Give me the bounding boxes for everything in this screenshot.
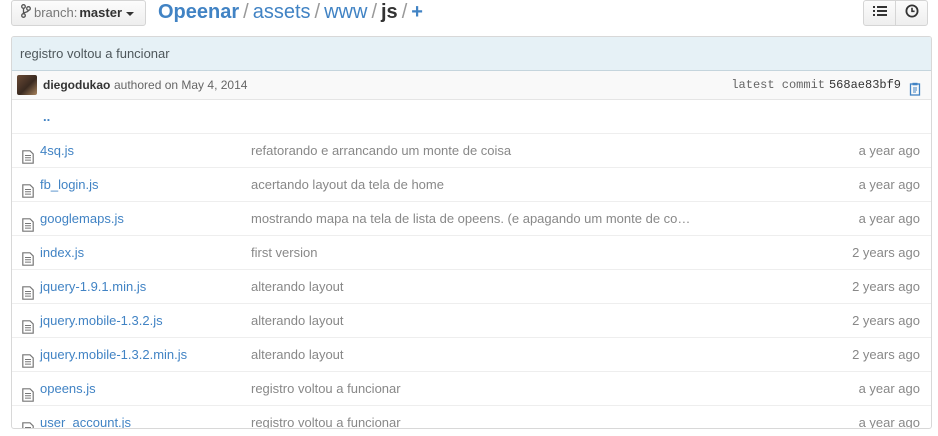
file-age: a year ago: [858, 415, 920, 429]
commit-sha-link[interactable]: 568ae83bf9: [829, 78, 901, 92]
file-age: 2 years ago: [852, 245, 920, 260]
latest-commit-label: latest commit: [731, 78, 825, 92]
file-commit-message[interactable]: registro voltou a funcionar: [251, 406, 401, 428]
file-age: 2 years ago: [852, 347, 920, 362]
file-name-link[interactable]: jquery-1.9.1.min.js: [40, 270, 146, 303]
file-age: a year ago: [858, 211, 920, 226]
file-rows: .. 4sq.js refatorando e arrancando um mo…: [12, 100, 931, 429]
commit-message: registro voltou a funcionar: [12, 37, 931, 71]
file-row[interactable]: jquery.mobile-1.3.2.js alterando layout …: [12, 303, 931, 337]
file-name-link[interactable]: googlemaps.js: [40, 202, 124, 235]
file-row[interactable]: index.js first version 2 years ago: [12, 235, 931, 269]
branch-label: branch:: [34, 5, 78, 20]
file-age: a year ago: [858, 143, 920, 158]
file-row[interactable]: fb_login.js acertando layout da tela de …: [12, 167, 931, 201]
chevron-down-icon: [126, 11, 135, 16]
latest-commit: latest commit 568ae83bf9: [731, 71, 901, 99]
file-age: a year ago: [858, 381, 920, 396]
breadcrumb-assets-link[interactable]: assets: [253, 1, 311, 23]
breadcrumb-www-link[interactable]: www: [324, 1, 367, 23]
breadcrumb: Opeenar / assets / www / js / +: [158, 0, 423, 25]
commit-authored-date: authored on May 4, 2014: [114, 78, 248, 92]
file-name-link[interactable]: jquery.mobile-1.3.2.js: [40, 304, 163, 337]
commit-meta: diegodukao authored on May 4, 2014 lates…: [12, 71, 931, 100]
file-name-link[interactable]: index.js: [40, 236, 84, 269]
file-name-link[interactable]: fb_login.js: [40, 168, 99, 201]
branch-selector-button[interactable]: branch: master: [11, 0, 146, 26]
file-row[interactable]: opeens.js registro voltou a funcionar a …: [12, 371, 931, 405]
breadcrumb-separator: /: [243, 1, 249, 23]
file-commit-message[interactable]: registro voltou a funcionar: [251, 372, 401, 405]
breadcrumb-current: js: [381, 1, 398, 23]
branch-name: master: [79, 5, 123, 20]
file-commit-message[interactable]: acertando layout da tela de home: [251, 168, 444, 201]
list-icon: [872, 4, 887, 22]
file-commit-message[interactable]: alterando layout: [251, 270, 344, 303]
file-list-box: registro voltou a funcionar diegodukao a…: [11, 36, 932, 429]
file-name-link[interactable]: 4sq.js: [40, 134, 74, 167]
file-row-parent[interactable]: ..: [12, 100, 931, 133]
file-age: 2 years ago: [852, 279, 920, 294]
file-age: 2 years ago: [852, 313, 920, 328]
file-commit-message[interactable]: refatorando e arrancando um monte de coi…: [251, 134, 511, 167]
file-row[interactable]: jquery-1.9.1.min.js alterando layout 2 y…: [12, 269, 931, 303]
file-icon: [22, 415, 34, 428]
file-row[interactable]: 4sq.js refatorando e arrancando um monte…: [12, 133, 931, 167]
history-icon: [905, 4, 919, 23]
file-row[interactable]: googlemaps.js mostrando mapa na tela de …: [12, 201, 931, 235]
file-age: a year ago: [858, 177, 920, 192]
file-row[interactable]: jquery.mobile-1.3.2.min.js alterando lay…: [12, 337, 931, 371]
commit-message-text[interactable]: registro voltou a funcionar: [20, 46, 170, 61]
avatar[interactable]: [17, 75, 37, 95]
branch-icon: [21, 2, 31, 26]
parent-directory-link[interactable]: ..: [43, 100, 50, 133]
add-file-link[interactable]: +: [411, 1, 423, 23]
file-name-link[interactable]: jquery.mobile-1.3.2.min.js: [40, 338, 187, 371]
list-view-button[interactable]: [863, 0, 896, 26]
history-button[interactable]: [895, 0, 928, 26]
breadcrumb-repo-link[interactable]: Opeenar: [158, 1, 239, 23]
file-commit-message[interactable]: first version: [251, 236, 317, 269]
file-name-link[interactable]: opeens.js: [40, 372, 96, 405]
breadcrumb-separator: /: [371, 1, 377, 23]
file-commit-message[interactable]: alterando layout: [251, 338, 344, 371]
file-commit-message[interactable]: mostrando mapa na tela de lista de opeen…: [251, 202, 690, 235]
breadcrumb-separator: /: [314, 1, 321, 23]
breadcrumb-separator: /: [401, 1, 408, 23]
commit-author[interactable]: diegodukao: [43, 71, 110, 99]
file-name-link[interactable]: user_account.js: [40, 406, 131, 428]
file-commit-message[interactable]: alterando layout: [251, 304, 344, 337]
file-row[interactable]: user_account.js registro voltou a funcio…: [12, 405, 931, 429]
top-bar: branch: master Opeenar / assets / www / js / +: [0, 0, 938, 30]
